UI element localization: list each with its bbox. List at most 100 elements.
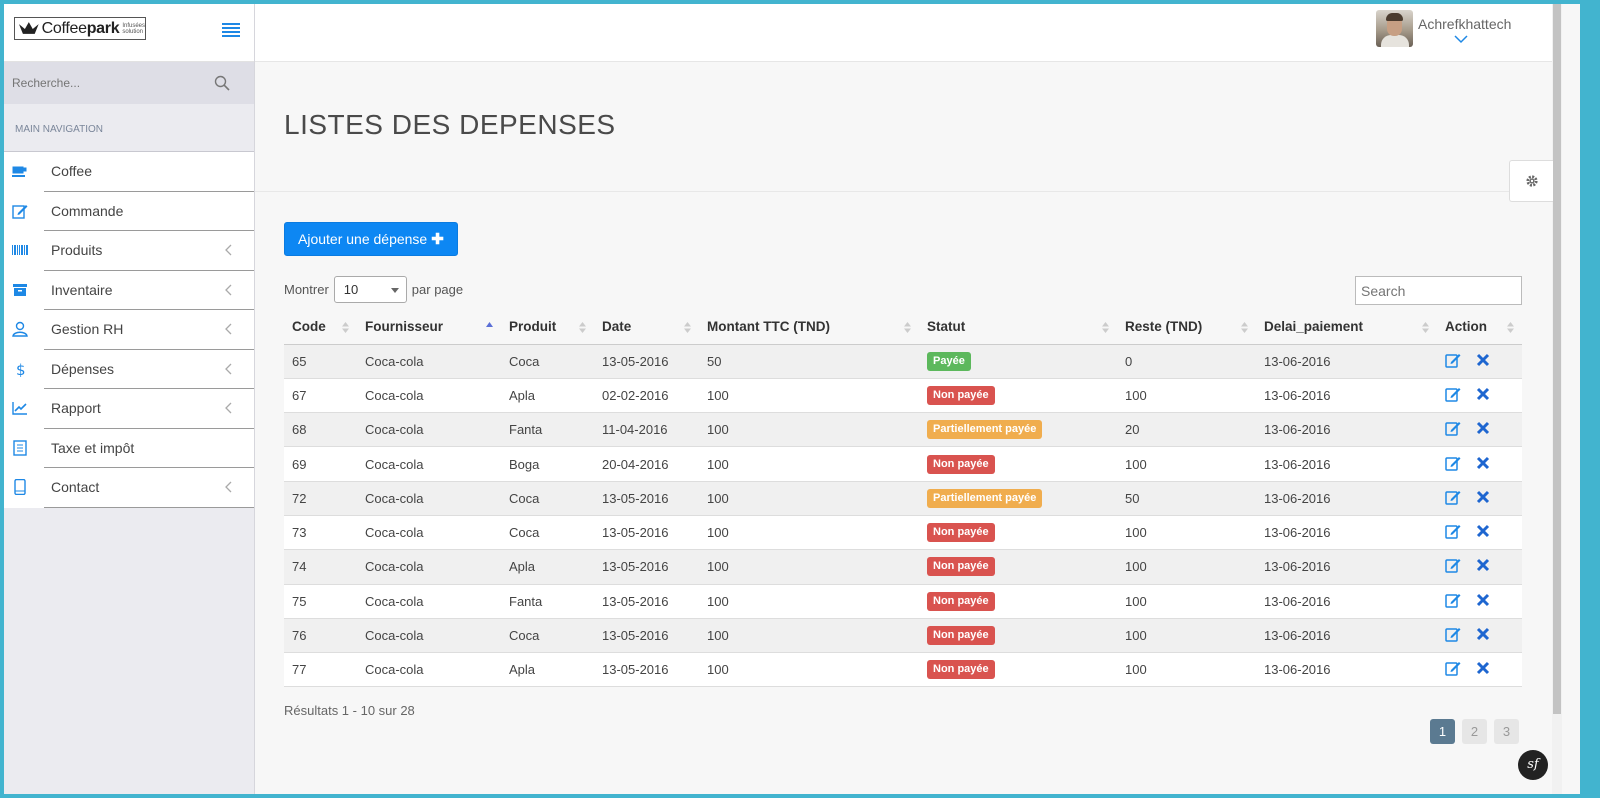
sidebar-item-commande[interactable]: Commande xyxy=(12,192,254,231)
chevron-left-icon xyxy=(225,481,232,493)
cell-action xyxy=(1437,446,1522,482)
table-search-input[interactable] xyxy=(1355,276,1522,305)
status-badge: Non payée xyxy=(927,557,995,577)
sidebar-item-produits[interactable]: Produits xyxy=(12,231,254,271)
archive-icon xyxy=(13,283,27,296)
column-header[interactable]: Fournisseur xyxy=(357,310,501,345)
dollar-icon: $ xyxy=(16,361,26,377)
column-header[interactable]: Statut xyxy=(919,310,1117,345)
cell-action xyxy=(1437,515,1522,551)
sidebar-item-label: Dépenses xyxy=(51,360,115,377)
table-row: 69 Coca-cola Boga 20-04-2016 100 Non payée 100… xyxy=(284,446,1522,482)
sidebar-item-taxe[interactable]: Taxe et impôt xyxy=(13,429,254,468)
crown-logo-icon xyxy=(18,21,39,34)
delete-icon[interactable] xyxy=(1475,557,1491,573)
edit-icon[interactable] xyxy=(1445,626,1461,642)
cell-reste: 100 xyxy=(1117,584,1256,619)
chevron-down-icon[interactable] xyxy=(1454,35,1468,44)
cell-action xyxy=(1437,549,1522,585)
app-frame: Coffeepark Infuséessolution MAIN NAVIGAT… xyxy=(4,4,1580,794)
table-row: 72 Coca-cola Coca 13-05-2016 100 Partiellemen… xyxy=(284,481,1522,516)
cell-produit: Boga xyxy=(501,446,594,482)
page-button[interactable]: 3 xyxy=(1494,719,1519,744)
cell-delai: 13-06-2016 xyxy=(1256,584,1437,619)
delete-icon[interactable] xyxy=(1475,352,1491,368)
status-badge: Partiellement payée xyxy=(927,488,1043,508)
cell-code: 67 xyxy=(284,378,357,414)
cell-code: 76 xyxy=(284,618,357,654)
delete-icon[interactable] xyxy=(1475,420,1491,436)
delete-icon[interactable] xyxy=(1475,489,1491,505)
edit-icon[interactable] xyxy=(1445,386,1461,402)
main-content: LISTES DES DEPENSES Ajouter une dépense … xyxy=(255,62,1553,794)
avatar[interactable] xyxy=(1376,10,1413,47)
settings-button[interactable] xyxy=(1509,160,1553,202)
column-header[interactable]: Code xyxy=(284,310,357,345)
column-header[interactable]: Reste (TND) xyxy=(1117,310,1256,345)
page-size-select[interactable]: 10 xyxy=(333,276,407,303)
logo[interactable]: Coffeepark Infusées solution xyxy=(14,17,146,40)
username[interactable]: Achrefkhattech xyxy=(1418,16,1511,32)
add-expense-button[interactable]: Ajouter une dépense ✚ xyxy=(284,222,458,256)
cell-delai: 13-06-2016 xyxy=(1256,618,1437,654)
cell-statut: Non payée xyxy=(919,446,1117,482)
cell-montant: 100 xyxy=(699,549,919,585)
status-badge: Non payée xyxy=(927,385,995,405)
sidebar-item-contact[interactable]: Contact xyxy=(14,468,254,508)
sidebar-item-inventaire[interactable]: Inventaire xyxy=(13,271,254,310)
cell-montant: 100 xyxy=(699,446,919,482)
cell-produit: Coca xyxy=(501,344,594,379)
svg-text:$: $ xyxy=(16,361,26,377)
edit-icon[interactable] xyxy=(1445,352,1461,368)
cell-date: 13-05-2016 xyxy=(594,652,699,688)
cell-code: 75 xyxy=(284,584,357,619)
page-button[interactable]: 1 xyxy=(1430,719,1455,744)
sidebar-item-label: Contact xyxy=(51,479,100,496)
chevron-left-icon xyxy=(225,284,232,295)
symfony-toolbar-icon[interactable]: sf xyxy=(1518,750,1548,780)
sidebar-item-gestion-rh[interactable]: Gestion RH xyxy=(12,310,254,350)
edit-icon[interactable] xyxy=(1445,489,1461,505)
sort-icon xyxy=(579,322,586,333)
edit-icon[interactable] xyxy=(1445,557,1461,574)
column-header[interactable]: Produit xyxy=(501,310,594,345)
coffee-cup-icon xyxy=(12,166,27,177)
cell-montant: 100 xyxy=(699,584,919,619)
table-row: 77 Coca-cola Apla 13-05-2016 100 Non payée 100… xyxy=(284,652,1522,688)
sort-icon xyxy=(1507,322,1514,333)
edit-icon[interactable] xyxy=(1445,660,1461,677)
column-header[interactable]: Date xyxy=(594,310,699,345)
column-header[interactable]: Delai_paiement xyxy=(1256,310,1437,345)
edit-icon[interactable] xyxy=(1445,455,1461,471)
vertical-scrollbar[interactable] xyxy=(1552,4,1562,794)
edit-icon[interactable] xyxy=(1445,523,1461,539)
brand-bar: Coffeepark Infusées solution xyxy=(4,4,254,62)
sidebar-item-rapport[interactable]: Rapport xyxy=(12,389,254,429)
edit-icon[interactable] xyxy=(1445,420,1461,436)
delete-icon[interactable] xyxy=(1475,386,1491,402)
delete-icon[interactable] xyxy=(1475,660,1491,676)
search-icon[interactable] xyxy=(214,75,230,91)
edit-icon[interactable] xyxy=(1445,592,1461,608)
delete-icon[interactable] xyxy=(1475,455,1491,471)
column-header[interactable]: Action xyxy=(1437,310,1522,345)
sidebar-item-depenses[interactable]: $ Dépenses xyxy=(16,350,254,389)
cell-fournisseur: Coca-cola xyxy=(357,652,501,688)
delete-icon[interactable] xyxy=(1475,592,1491,608)
cell-code: 72 xyxy=(284,481,357,516)
sidebar-item-coffee[interactable]: Coffee xyxy=(12,152,254,192)
table-header-row: Code Fournisseur Produit Date Montant TTC (T… xyxy=(284,310,1522,345)
cell-date: 13-05-2016 xyxy=(594,515,699,551)
delete-icon[interactable] xyxy=(1475,626,1491,642)
column-header[interactable]: Montant TTC (TND) xyxy=(699,310,919,345)
cell-montant: 100 xyxy=(699,652,919,688)
cell-fournisseur: Coca-cola xyxy=(357,446,501,482)
cell-action xyxy=(1437,584,1522,619)
page-button[interactable]: 2 xyxy=(1462,719,1487,744)
menu-toggle-icon[interactable] xyxy=(222,23,240,37)
cell-delai: 13-06-2016 xyxy=(1256,378,1437,414)
cell-produit: Fanta xyxy=(501,584,594,619)
delete-icon[interactable] xyxy=(1475,523,1491,539)
sort-icon xyxy=(684,322,691,333)
status-badge: Non payée xyxy=(927,660,995,680)
